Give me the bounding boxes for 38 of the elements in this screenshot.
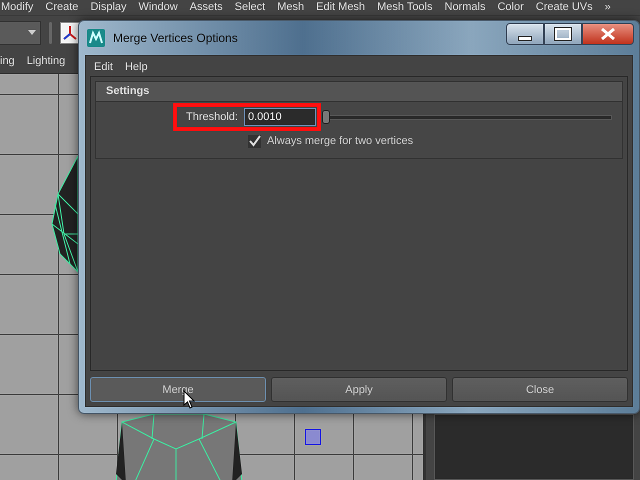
menu-item[interactable]: Color xyxy=(497,0,524,15)
menu-item[interactable]: Mesh xyxy=(277,0,304,15)
window-title: Merge Vertices Options xyxy=(113,31,238,45)
checkbox[interactable] xyxy=(248,134,261,148)
axes-icon[interactable] xyxy=(60,22,80,44)
shelf-tab[interactable]: ing xyxy=(0,55,15,67)
app-logo-icon xyxy=(87,29,105,47)
shelf-tab[interactable]: Lighting xyxy=(26,55,66,67)
section-header[interactable]: Settings xyxy=(95,81,623,102)
threshold-label: Threshold: xyxy=(186,111,238,123)
dialog-button[interactable]: Close xyxy=(452,377,628,402)
menu-item[interactable]: Mesh Tools xyxy=(377,0,432,15)
slider-thumb[interactable] xyxy=(322,110,330,124)
menu-item[interactable]: Window xyxy=(138,0,178,15)
menu-item[interactable]: Modify xyxy=(1,0,34,15)
close-button[interactable] xyxy=(582,23,634,45)
dropdown[interactable] xyxy=(0,20,41,44)
close-icon xyxy=(600,28,616,40)
square-marker xyxy=(305,429,321,445)
caret-icon xyxy=(28,30,36,35)
menu-item[interactable]: Display xyxy=(90,0,127,15)
toolbar-grip[interactable] xyxy=(49,22,52,44)
menu-item[interactable]: Help xyxy=(124,61,148,73)
menu-item[interactable]: Select xyxy=(234,0,266,15)
menu-item[interactable]: Edit xyxy=(94,61,113,73)
minimize-button[interactable] xyxy=(506,23,544,45)
menu-item[interactable]: » xyxy=(604,0,611,15)
menu-item[interactable]: Create UVs xyxy=(536,0,593,15)
dialog-button[interactable]: Apply xyxy=(271,377,447,402)
menu-item[interactable]: Edit Mesh xyxy=(316,0,366,15)
threshold-field[interactable]: 0.0010 xyxy=(244,108,316,126)
checkbox-label: Always merge for two vertices xyxy=(267,135,414,147)
maximize-button[interactable] xyxy=(544,23,582,45)
menu-item[interactable]: Normals xyxy=(444,0,486,15)
menu-item[interactable]: Create xyxy=(45,0,78,15)
slider-track[interactable] xyxy=(322,110,612,124)
dialog-button[interactable]: Merge xyxy=(90,377,266,402)
menu-item[interactable]: Assets xyxy=(190,0,223,15)
